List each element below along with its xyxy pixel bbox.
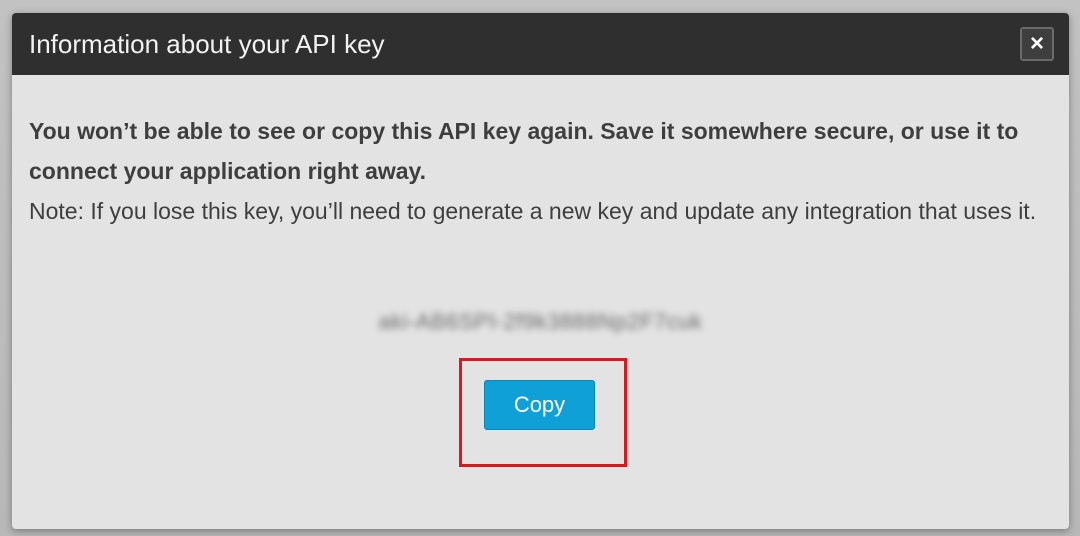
note-message: Note: If you lose this key, you’ll need … [29, 198, 1037, 224]
close-icon: × [1029, 30, 1044, 57]
copy-button[interactable]: Copy [484, 380, 595, 430]
obscured-page-text [380, 528, 800, 536]
dialog-title: Information about your API key [29, 29, 385, 59]
close-button[interactable]: × [1020, 27, 1054, 61]
warning-message: You won’t be able to see or copy this AP… [29, 118, 1019, 184]
api-key-dialog: Information about your API key × You won… [12, 13, 1069, 529]
dialog-body: You won’t be able to see or copy this AP… [29, 111, 1054, 231]
dialog-header: Information about your API key × [12, 13, 1069, 75]
api-key-value: aki-AB6SPI-2f9k3888Np2F7cuk [378, 309, 703, 334]
